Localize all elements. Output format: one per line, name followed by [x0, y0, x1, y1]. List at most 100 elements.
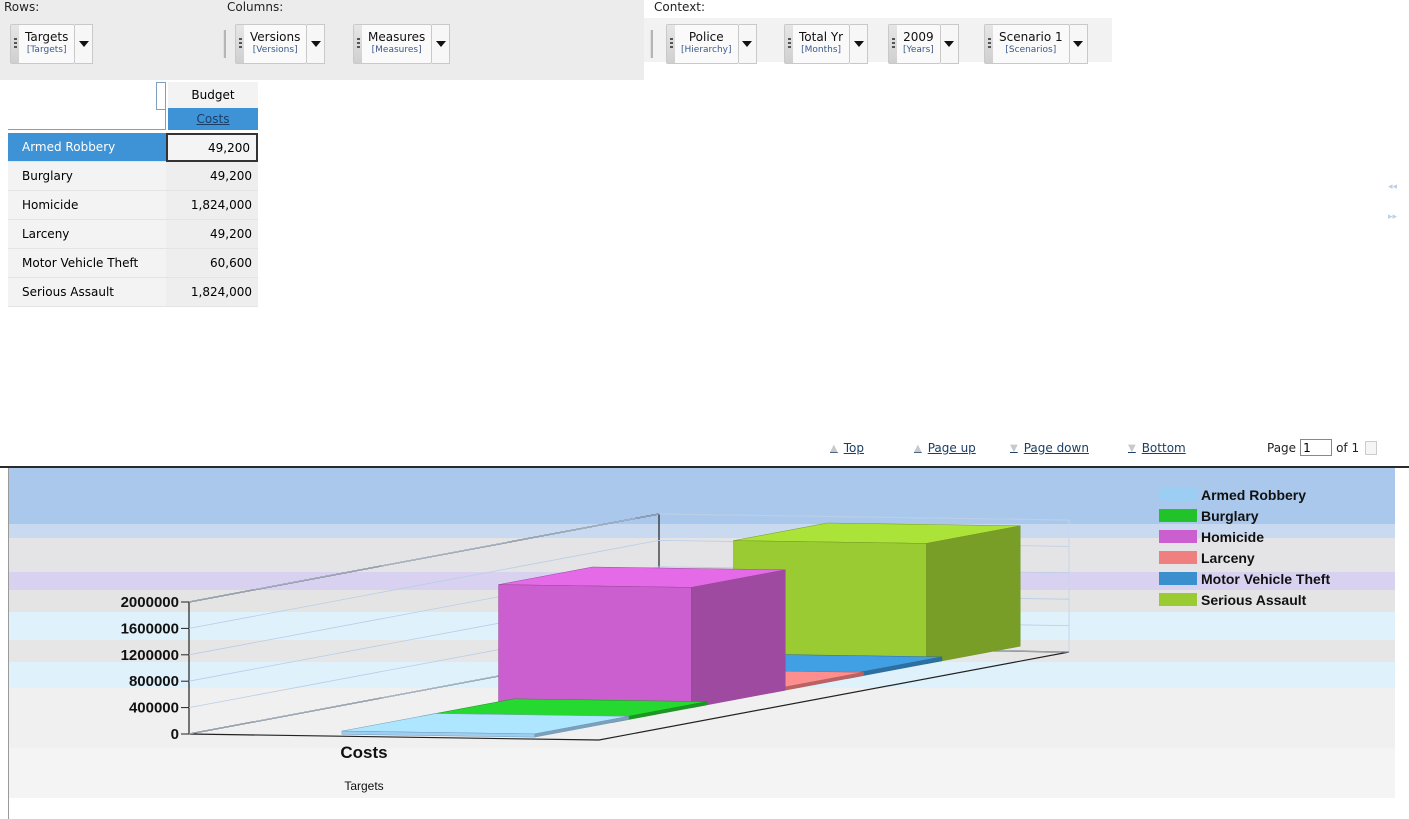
rows-zone: Rows: Targets [Targets] [0, 0, 223, 80]
chevron-down-icon[interactable] [1069, 24, 1088, 64]
drag-grip-icon[interactable] [236, 25, 244, 63]
table-row: Serious Assault 1,824,000 [8, 278, 258, 307]
bar-homicide[interactable] [498, 566, 786, 709]
drag-grip-icon[interactable] [785, 25, 793, 63]
page-number-input[interactable] [1300, 439, 1333, 456]
arrow-down-icon: ▼ [1010, 442, 1018, 454]
legend-label: Motor Vehicle Theft [1201, 570, 1331, 587]
arrow-down-icon: ▼ [1128, 442, 1136, 454]
chip-name: Scenario 1 [999, 30, 1063, 44]
legend-swatch [1159, 488, 1197, 501]
chip-sub: [Months] [801, 45, 842, 55]
context-zone-label: Context: [654, 0, 706, 14]
pager-page-up-label: Page up [927, 441, 976, 455]
legend-label: Armed Robbery [1201, 486, 1307, 503]
drag-grip-icon[interactable] [11, 25, 19, 63]
grid-corner-handle[interactable] [156, 82, 166, 110]
chip-name: Measures [368, 30, 426, 44]
columns-zone: Columns: Versions [Versions] Measures [M… [223, 0, 644, 80]
arrow-up-icon: ▲ [830, 442, 838, 454]
chip-sub: [Years] [903, 45, 934, 55]
row-header[interactable]: Homicide [8, 191, 166, 220]
row-header[interactable]: Larceny [8, 220, 166, 249]
columns-zone-label: Columns: [227, 0, 284, 14]
page-of-label: of 1 [1336, 440, 1360, 455]
chip-sub: [Measures] [371, 45, 422, 55]
value-cell[interactable]: 49,200 [166, 162, 258, 191]
x-category-label: Costs [340, 743, 387, 762]
drag-grip-icon[interactable] [354, 25, 362, 63]
legend-item[interactable]: Homicide [1159, 526, 1330, 547]
y-tick-label: 1600000 [121, 620, 179, 637]
dimension-chip-versions[interactable]: Versions [Versions] [235, 24, 326, 64]
chevron-down-icon[interactable] [738, 24, 757, 64]
chart-background-band [9, 748, 1395, 798]
table-row: Motor Vehicle Theft 60,600 [8, 249, 258, 278]
column-header-costs[interactable]: Costs [168, 108, 258, 130]
legend-item[interactable]: Motor Vehicle Theft [1159, 568, 1330, 589]
dimension-chip-scenario[interactable]: Scenario 1 [Scenarios] [984, 24, 1088, 64]
separator [650, 30, 653, 58]
pager: ▲ Top ▲ Page up ▼ Page down ▼ Bottom Pag… [0, 432, 1409, 464]
pager-top-link[interactable]: ▲ Top [830, 441, 864, 455]
scroll-right-icon[interactable]: ▸▸ [1388, 202, 1397, 232]
row-header[interactable]: Serious Assault [8, 278, 166, 307]
chevron-down-icon[interactable] [307, 24, 326, 64]
dimension-chip-police[interactable]: Police [Hierarchy] [666, 24, 757, 64]
dimension-chip-total-yr[interactable]: Total Yr [Months] [784, 24, 869, 64]
value-cell[interactable]: 60,600 [166, 249, 258, 278]
chevron-down-icon[interactable] [850, 24, 869, 64]
chip-name: Total Yr [799, 30, 844, 44]
table-row: Larceny 49,200 [8, 220, 258, 249]
rows-zone-label: Rows: [4, 0, 40, 14]
legend-item[interactable]: Serious Assault [1159, 589, 1330, 610]
value-cell[interactable]: 49,200 [166, 133, 258, 162]
table-row: Burglary 49,200 [8, 162, 258, 191]
pager-top-label: Top [843, 441, 864, 455]
chip-sub: [Hierarchy] [681, 45, 732, 55]
scroll-left-icon[interactable]: ◂◂ [1388, 172, 1397, 202]
pager-page-up-link[interactable]: ▲ Page up [914, 441, 976, 455]
pager-page-down-label: Page down [1023, 441, 1089, 455]
dimension-chip-measures[interactable]: Measures [Measures] [353, 24, 451, 64]
drag-grip-icon[interactable] [667, 25, 675, 63]
data-grid: Budget Costs Armed Robbery 49,200 Burgla… [0, 80, 1409, 466]
chevron-down-icon[interactable] [940, 24, 959, 64]
chart-pane: 0 400000 800000 1200000 1600000 2000000 Costs T… [8, 468, 1409, 819]
legend-swatch [1159, 572, 1197, 585]
legend-item[interactable]: Armed Robbery [1159, 484, 1330, 505]
legend-label: Serious Assault [1201, 591, 1307, 608]
chart-legend: Armed Robbery Burglary Homicide Larceny Moto… [1159, 484, 1330, 610]
drag-grip-icon[interactable] [985, 25, 993, 63]
legend-item[interactable]: Burglary [1159, 505, 1330, 526]
chip-sub: [Versions] [252, 45, 298, 55]
chip-name: 2009 [903, 30, 934, 44]
legend-swatch [1159, 593, 1197, 606]
column-header-budget[interactable]: Budget [168, 82, 258, 108]
chevron-down-icon[interactable] [432, 24, 451, 64]
chip-name: Versions [250, 30, 301, 44]
table-row: Armed Robbery 49,200 [8, 133, 258, 162]
go-page-icon[interactable] [1365, 440, 1378, 455]
value-cell[interactable]: 1,824,000 [166, 191, 258, 220]
grid-rows: Armed Robbery 49,200 Burglary 49,200 Hom… [8, 133, 258, 307]
row-header[interactable]: Armed Robbery [8, 133, 166, 162]
value-cell[interactable]: 1,824,000 [166, 278, 258, 307]
arrow-up-icon: ▲ [914, 442, 922, 454]
grid-corner [8, 82, 166, 130]
pager-bottom-link[interactable]: ▼ Bottom [1128, 441, 1186, 455]
pager-bottom-label: Bottom [1141, 441, 1186, 455]
legend-swatch [1159, 551, 1197, 564]
pager-page-down-link[interactable]: ▼ Page down [1010, 441, 1089, 455]
drag-grip-icon[interactable] [889, 25, 897, 63]
value-cell[interactable]: 49,200 [166, 220, 258, 249]
dimension-chip-targets[interactable]: Targets [Targets] [10, 24, 94, 64]
legend-item[interactable]: Larceny [1159, 547, 1330, 568]
chevron-down-icon[interactable] [75, 24, 94, 64]
row-header[interactable]: Motor Vehicle Theft [8, 249, 166, 278]
legend-swatch [1159, 530, 1197, 543]
chip-sub: [Targets] [26, 45, 67, 55]
row-header[interactable]: Burglary [8, 162, 166, 191]
y-tick-label: 1200000 [121, 647, 179, 664]
dimension-chip-2009[interactable]: 2009 [Years] [888, 24, 959, 64]
